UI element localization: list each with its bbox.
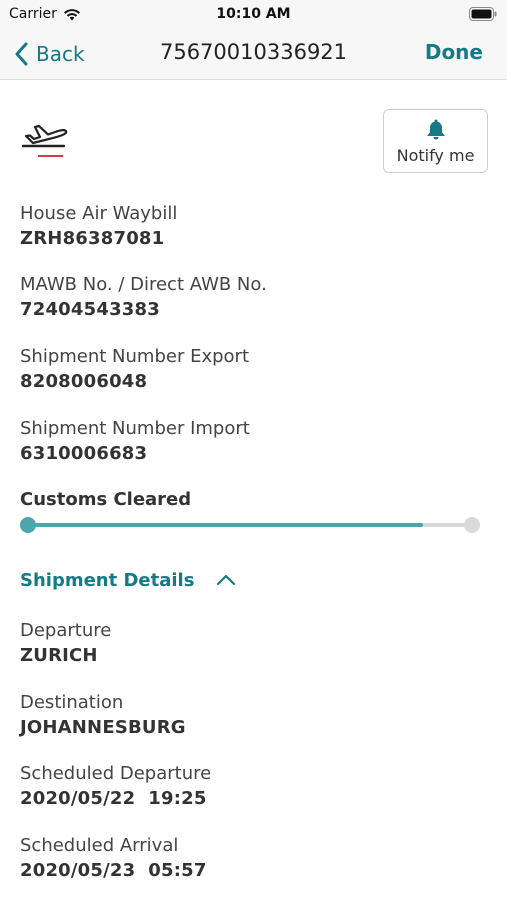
field-value: 2020/05/22 19:25: [20, 788, 207, 809]
chevron-up-icon: [217, 574, 236, 586]
destination-field: Destination JOHANNESBURG: [20, 691, 186, 741]
airplane-icon: [21, 124, 68, 148]
shipment-number-import-field: Shipment Number Import 6310006683: [20, 417, 250, 467]
battery-icon: [469, 7, 497, 25]
notify-me-label: Notify me: [396, 145, 475, 165]
shipment-progress-bar: [20, 517, 480, 533]
section-title: Shipment Details: [20, 569, 195, 591]
shipment-details-toggle[interactable]: Shipment Details: [20, 567, 236, 593]
shipment-content: Notify me House Air Waybill ZRH86387081 …: [0, 81, 507, 900]
field-label: Scheduled Arrival: [20, 835, 179, 856]
field-label: Destination: [20, 692, 124, 713]
progress-end-dot: [464, 517, 480, 533]
transport-underline: [38, 155, 63, 157]
progress-start-dot: [20, 517, 36, 533]
field-value: 8208006048: [20, 371, 148, 392]
scheduled-departure-field: Scheduled Departure 2020/05/22 19:25: [20, 762, 211, 812]
navigation-bar: Back 75670010336921 Done: [0, 30, 507, 80]
bell-icon: [427, 119, 444, 139]
notify-me-button[interactable]: Notify me: [383, 109, 488, 173]
field-value: JOHANNESBURG: [20, 717, 186, 738]
house-air-waybill-field: House Air Waybill ZRH86387081: [20, 202, 177, 252]
field-label: MAWB No. / Direct AWB No.: [20, 274, 267, 295]
field-label: Departure: [20, 620, 112, 641]
done-button[interactable]: Done: [425, 40, 483, 64]
field-value: 2020/05/23 05:57: [20, 860, 207, 881]
mawb-number-field: MAWB No. / Direct AWB No. 72404543383: [20, 273, 267, 323]
field-label: Shipment Number Export: [20, 346, 250, 367]
field-label: House Air Waybill: [20, 203, 178, 224]
departure-field: Departure ZURICH: [20, 619, 111, 669]
scheduled-arrival-field: Scheduled Arrival 2020/05/23 05:57: [20, 834, 207, 884]
field-value: ZURICH: [20, 645, 98, 666]
shipment-status-label: Customs Cleared: [20, 489, 192, 510]
field-value: ZRH86387081: [20, 228, 165, 249]
status-bar: Carrier 10:10 AM: [0, 0, 507, 30]
progress-fill: [28, 523, 424, 527]
field-value: 72404543383: [20, 299, 160, 320]
field-value: 6310006683: [20, 443, 148, 464]
transport-mode: [20, 119, 72, 165]
field-label: Scheduled Departure: [20, 763, 212, 784]
field-label: Shipment Number Import: [20, 418, 250, 439]
clock: 10:10 AM: [216, 6, 291, 22]
shipment-number-export-field: Shipment Number Export 8208006048: [20, 345, 249, 395]
